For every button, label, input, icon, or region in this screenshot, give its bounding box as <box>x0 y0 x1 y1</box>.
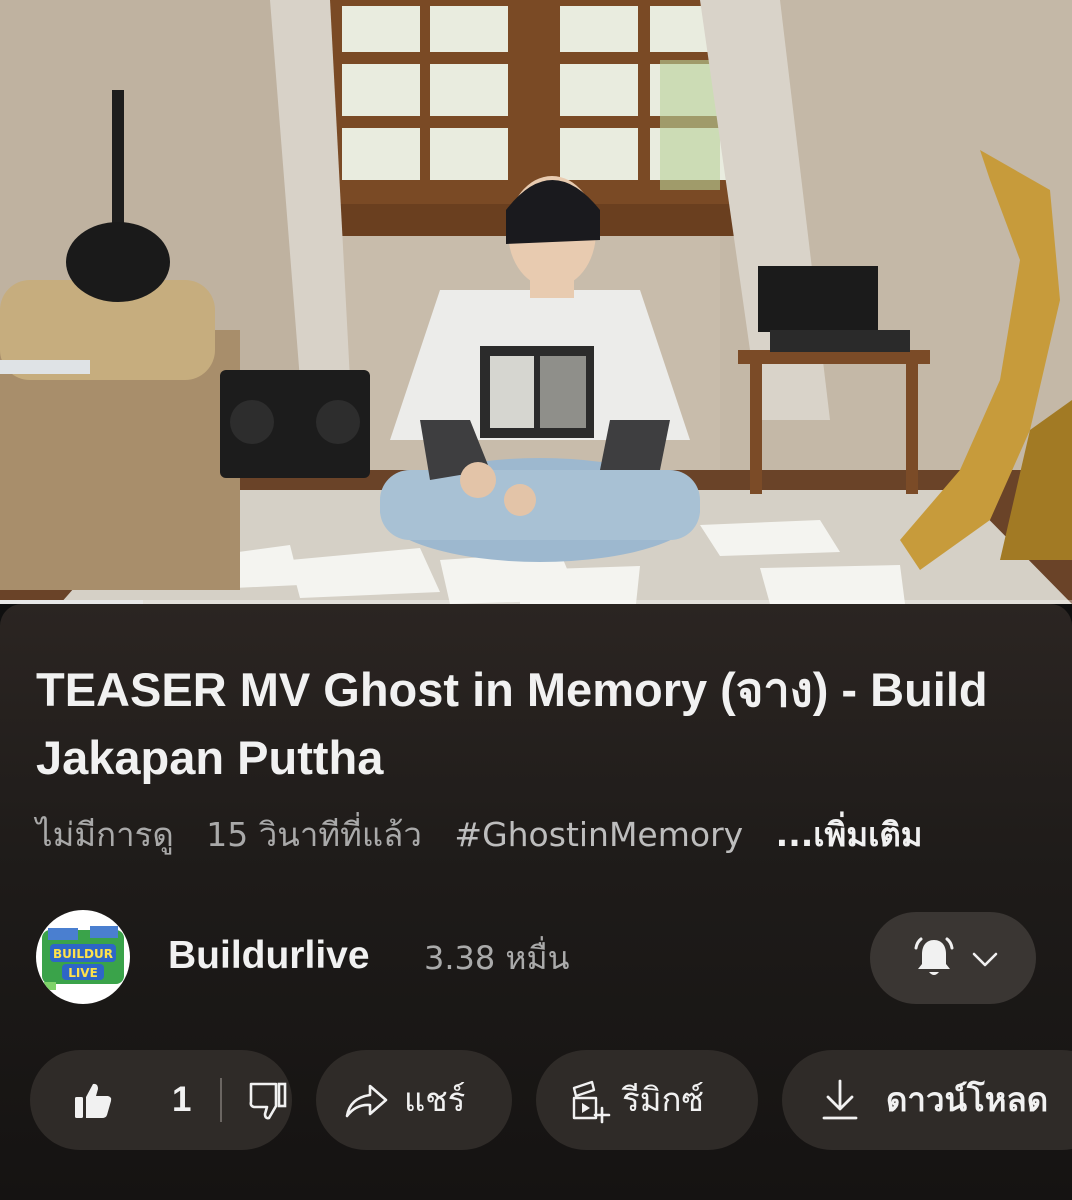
like-count: 1 <box>172 1080 192 1119</box>
video-metadata[interactable]: ไม่มีการดู 15 วินาทีที่แล้ว #GhostinMemo… <box>36 810 1056 860</box>
download-button[interactable]: ดาวน์โหลด <box>782 1050 1072 1150</box>
remix-button[interactable]: รีมิกซ์ <box>536 1050 758 1150</box>
svg-text:BUILDUR: BUILDUR <box>53 947 113 961</box>
download-icon <box>822 1079 858 1120</box>
like-divider <box>220 1078 222 1122</box>
channel-avatar[interactable]: BUILDUR LIVE <box>36 910 130 1004</box>
dislike-icon[interactable] <box>246 1080 288 1122</box>
channel-logo: BUILDUR LIVE <box>42 926 124 990</box>
bell-icon <box>914 937 954 975</box>
subscriber-count: 3.38 หมื่น <box>424 939 570 977</box>
remix-label: รีมิกซ์ <box>622 1080 704 1119</box>
share-label: แชร์ <box>404 1080 466 1119</box>
subscription-notifications-button[interactable] <box>870 912 1036 1004</box>
share-button[interactable]: แชร์ <box>316 1050 512 1150</box>
share-icon <box>345 1084 388 1118</box>
svg-text:LIVE: LIVE <box>68 966 98 980</box>
channel-name[interactable]: Buildurlive <box>168 932 370 980</box>
view-count: ไม่มีการดู <box>36 815 174 854</box>
chevron-down-icon <box>972 952 998 967</box>
video-player[interactable] <box>0 0 1072 604</box>
upload-time: 15 วินาทีที่แล้ว <box>206 815 422 854</box>
like-dislike-group: 1 <box>30 1050 292 1150</box>
youtube-watch-page: TEASER MV Ghost in Memory (จาง) - Build … <box>0 0 1072 1200</box>
video-title[interactable]: TEASER MV Ghost in Memory (จาง) - Build … <box>36 656 1046 792</box>
video-frame-illustration <box>0 0 1072 604</box>
like-icon[interactable] <box>72 1080 114 1122</box>
download-label: ดาวน์โหลด <box>886 1080 1049 1119</box>
video-info-panel: TEASER MV Ghost in Memory (จาง) - Build … <box>0 604 1072 1200</box>
show-more-link[interactable]: ...เพิ่มเติม <box>776 815 923 854</box>
remix-icon <box>572 1080 611 1124</box>
hashtag-link[interactable]: #GhostinMemory <box>454 815 743 854</box>
